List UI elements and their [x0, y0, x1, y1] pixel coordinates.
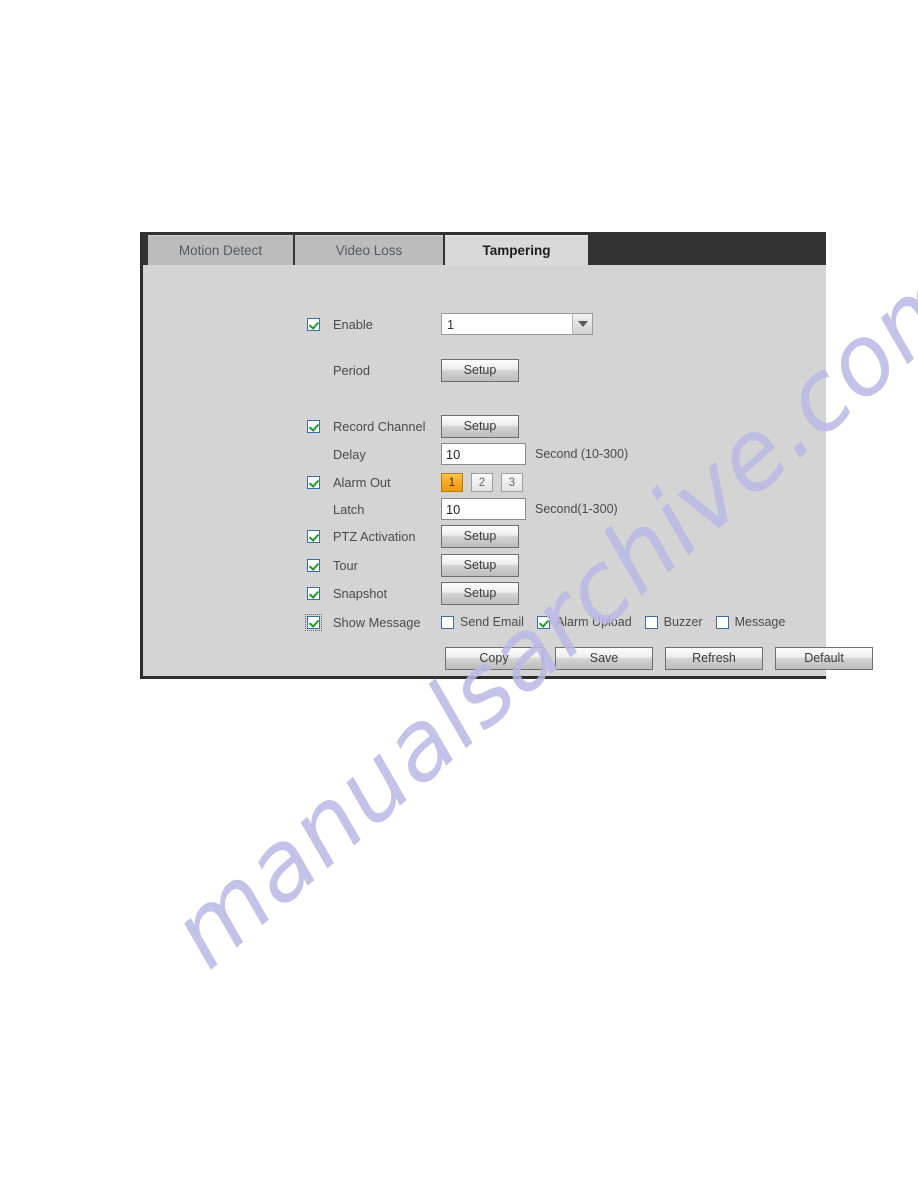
tour-control: Setup	[441, 553, 519, 577]
send-email-checkbox[interactable]	[441, 615, 454, 629]
tour-setup-button[interactable]: Setup	[441, 553, 519, 577]
chevron-down-icon[interactable]	[572, 314, 592, 334]
ptz-activation-checkbox[interactable]	[307, 529, 320, 543]
tampering-settings-panel: Motion Detect Video Loss Tampering Enabl…	[140, 232, 873, 679]
tab-motion-detect[interactable]: Motion Detect	[148, 235, 293, 265]
row-snapshot: Snapshot Setup	[143, 581, 519, 605]
tab-tampering[interactable]: Tampering	[445, 235, 588, 265]
row-alarm-out: Alarm Out 1 2 3	[143, 470, 531, 494]
record-channel-checkbox-cell	[307, 419, 333, 433]
tour-checkbox[interactable]	[307, 558, 320, 572]
show-message-label: Show Message	[333, 614, 421, 630]
alarm-out-checkbox-cell	[307, 475, 333, 489]
option-buzzer[interactable]: Buzzer	[644, 615, 703, 629]
row-delay: Delay 10 Second (10-300)	[143, 442, 628, 466]
snapshot-setup-button[interactable]: Setup	[441, 581, 519, 605]
ptz-activation-setup-button[interactable]: Setup	[441, 524, 519, 548]
delay-input[interactable]: 10	[441, 443, 526, 465]
delay-label: Delay	[333, 446, 366, 462]
record-channel-checkbox[interactable]	[307, 419, 320, 433]
message-label: Message	[734, 615, 786, 629]
snapshot-checkbox-cell	[307, 586, 333, 600]
record-channel-label: Record Channel	[333, 418, 426, 434]
tour-label: Tour	[333, 557, 358, 573]
row-latch: Latch 10 Second(1-300)	[143, 497, 618, 521]
channel-select-value: 1	[447, 316, 455, 332]
row-ptz-activation: PTZ Activation Setup	[143, 524, 519, 548]
alarm-upload-checkbox[interactable]	[536, 615, 550, 629]
alarm-out-button-1[interactable]: 1	[441, 472, 463, 492]
snapshot-control: Setup	[441, 581, 519, 605]
ptz-activation-label: PTZ Activation	[333, 528, 416, 544]
panel-body: Enable 1 Period Setup Record Channel Set…	[143, 265, 873, 676]
latch-label: Latch	[333, 501, 365, 517]
action-button-row: Copy Save Refresh Default	[445, 647, 873, 670]
tab-video-loss[interactable]: Video Loss	[295, 235, 443, 265]
snapshot-checkbox[interactable]	[307, 586, 320, 600]
tour-checkbox-cell	[307, 558, 333, 572]
enable-checkbox[interactable]	[307, 317, 320, 331]
record-channel-setup-button[interactable]: Setup	[441, 414, 519, 438]
period-control: Setup	[441, 358, 519, 382]
default-button[interactable]: Default	[775, 647, 873, 670]
ptz-activation-checkbox-cell	[307, 529, 333, 543]
option-alarm-upload[interactable]: Alarm Upload	[536, 615, 632, 629]
tab-bar: Motion Detect Video Loss Tampering	[143, 232, 826, 265]
alarm-out-label: Alarm Out	[333, 474, 391, 490]
alarm-out-checkbox[interactable]	[307, 475, 320, 489]
snapshot-label: Snapshot	[333, 585, 388, 601]
row-period: Period Setup	[143, 358, 519, 382]
copy-button[interactable]: Copy	[445, 647, 543, 670]
alarm-out-button-2[interactable]: 2	[471, 472, 493, 492]
row-tour: Tour Setup	[143, 553, 519, 577]
latch-control: 10 Second(1-300)	[441, 498, 618, 520]
enable-checkbox-cell	[307, 317, 333, 331]
alarm-upload-label: Alarm Upload	[555, 615, 632, 629]
alarm-out-control: 1 2 3	[441, 472, 531, 492]
message-checkbox[interactable]	[715, 615, 729, 629]
latch-range-hint: Second(1-300)	[535, 502, 618, 516]
show-message-checkbox[interactable]	[305, 613, 322, 631]
row-enable: Enable 1	[143, 312, 593, 336]
enable-control: 1	[441, 313, 593, 335]
ptz-activation-control: Setup	[441, 524, 519, 548]
option-send-email[interactable]: Send Email	[441, 615, 524, 629]
option-message[interactable]: Message	[715, 615, 786, 629]
save-button[interactable]: Save	[555, 647, 653, 670]
period-setup-button[interactable]: Setup	[441, 358, 519, 382]
send-email-label: Send Email	[460, 615, 524, 629]
channel-select[interactable]: 1	[441, 313, 593, 335]
row-record-channel: Record Channel Setup	[143, 414, 519, 438]
alarm-out-button-3[interactable]: 3	[501, 472, 523, 492]
buzzer-label: Buzzer	[663, 615, 703, 629]
buzzer-checkbox[interactable]	[644, 615, 658, 629]
record-channel-control: Setup	[441, 414, 519, 438]
row-show-message: Show Message Send Email Alarm Upload Buz…	[143, 610, 798, 634]
show-message-checkbox-cell	[305, 613, 333, 631]
refresh-button[interactable]: Refresh	[665, 647, 763, 670]
delay-range-hint: Second (10-300)	[535, 447, 629, 461]
show-message-options: Send Email Alarm Upload Buzzer Message	[441, 615, 798, 629]
latch-input[interactable]: 10	[441, 498, 526, 520]
period-label: Period	[333, 362, 370, 378]
enable-label: Enable	[333, 316, 373, 332]
delay-control: 10 Second (10-300)	[441, 443, 628, 465]
